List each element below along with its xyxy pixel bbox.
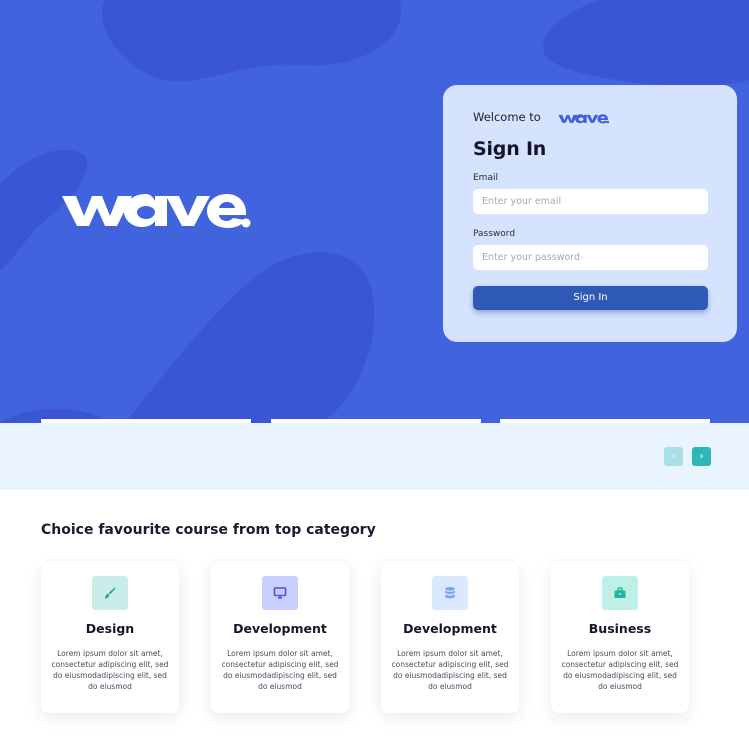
password-label: Password bbox=[473, 229, 516, 239]
category-title: Development bbox=[233, 621, 327, 636]
carousel-band bbox=[0, 423, 749, 490]
category-title: Design bbox=[85, 621, 135, 636]
briefcase-icon bbox=[602, 576, 638, 610]
category-title: Development bbox=[403, 621, 497, 636]
category-description: Lorem ipsum dolor sit amet, consectetur … bbox=[221, 649, 339, 691]
chevron-left-icon[interactable]: ‹ bbox=[664, 447, 683, 466]
sign-in-title: Sign In bbox=[473, 138, 547, 160]
category-card-design[interactable]: Design Lorem ipsum dolor sit amet, conse… bbox=[41, 563, 179, 713]
database-icon bbox=[432, 576, 468, 610]
chevron-right-icon[interactable]: › bbox=[692, 447, 711, 466]
sign-in-card: Welcome to Sign In Email Password Sign I… bbox=[443, 85, 737, 342]
category-section-title: Choice favourite course from top categor… bbox=[41, 522, 376, 538]
category-card-development-database[interactable]: Development Lorem ipsum dolor sit amet, … bbox=[381, 563, 519, 713]
category-card-business[interactable]: Business Lorem ipsum dolor sit amet, con… bbox=[551, 563, 689, 713]
email-field[interactable] bbox=[473, 189, 708, 214]
category-description: Lorem ipsum dolor sit amet, consectetur … bbox=[51, 649, 169, 691]
password-field[interactable] bbox=[473, 245, 708, 270]
brush-icon bbox=[92, 576, 128, 610]
category-description: Lorem ipsum dolor sit amet, consectetur … bbox=[561, 649, 679, 691]
category-card-development[interactable]: Development Lorem ipsum dolor sit amet, … bbox=[211, 563, 349, 713]
sign-in-button[interactable]: Sign In bbox=[473, 286, 708, 310]
wave-logo bbox=[62, 194, 251, 228]
category-title: Business bbox=[588, 621, 652, 636]
wave-logo-small bbox=[558, 114, 609, 124]
email-label: Email bbox=[473, 173, 498, 183]
monitor-icon bbox=[262, 576, 298, 610]
category-description: Lorem ipsum dolor sit amet, consectetur … bbox=[391, 649, 509, 691]
welcome-text: Welcome to bbox=[473, 110, 541, 124]
welcome-row: Welcome to bbox=[473, 109, 707, 125]
